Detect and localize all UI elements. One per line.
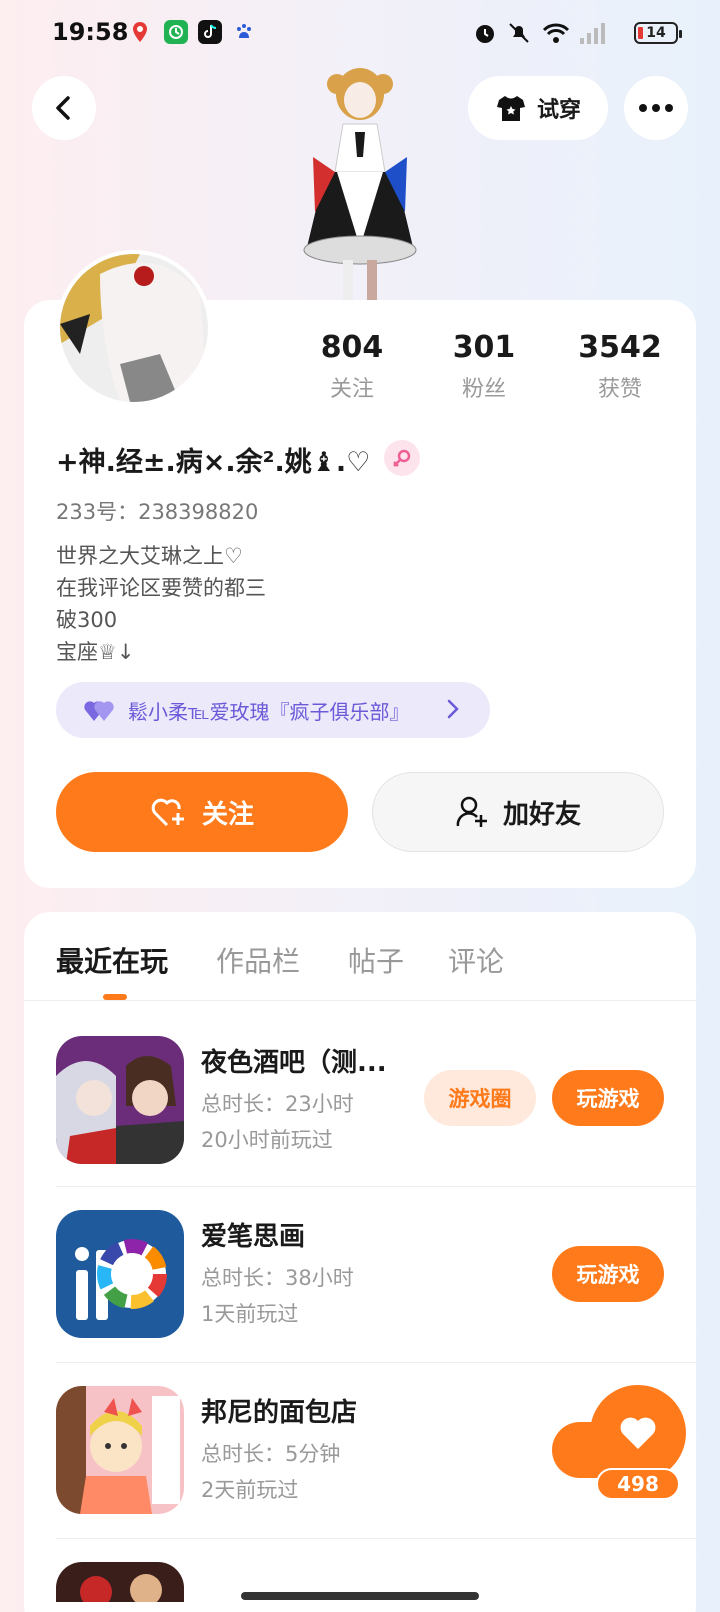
stat-following-label: 关注: [329, 377, 374, 402]
stat-following-value: 804: [320, 330, 384, 365]
back-button[interactable]: [32, 76, 96, 140]
stat-fans-label: 粉丝: [461, 377, 506, 402]
stat-fans-value: 301: [452, 330, 516, 365]
game-duration: 总时长：23小时: [201, 1092, 354, 1116]
tab-divider: [24, 1000, 696, 1001]
heart-icon: [620, 1417, 656, 1449]
bio: 世界之大艾琳之上♡ 在我评论区要赞的都三 破300 宝座♕↓: [56, 540, 266, 668]
tab-posts[interactable]: 帖子: [348, 940, 404, 980]
heart-plus-icon: [151, 798, 184, 827]
mute-icon: [506, 20, 532, 46]
chevron-right-icon: [447, 699, 459, 719]
battery-indicator: 14: [634, 22, 682, 44]
row-divider: [56, 1362, 696, 1363]
game-icon-bakery[interactable]: [56, 1386, 184, 1514]
club-name: 鬆小柔℡爱玫瑰『疯子俱乐部』: [128, 699, 410, 724]
add-user-icon: [456, 796, 487, 827]
bio-line: 在我评论区要赞的都三: [56, 576, 266, 600]
game-circle-button[interactable]: 游戏圈: [424, 1070, 536, 1126]
wifi-icon: [542, 20, 570, 46]
stat-fans[interactable]: 301 粉丝: [424, 330, 544, 403]
stat-likes-label: 获赞: [597, 377, 642, 402]
bio-line: 破300: [56, 608, 118, 632]
play-game-button[interactable]: 玩游戏: [552, 1070, 664, 1126]
stat-likes[interactable]: 3542 获赞: [560, 330, 680, 403]
tshirt-icon: [496, 96, 525, 121]
chat-app-icon: [164, 20, 188, 44]
avatar[interactable]: [56, 250, 212, 406]
status-bar: 19:58 14: [0, 0, 720, 64]
game-last-played: 20小时前玩过: [201, 1128, 333, 1152]
game-icon-night-bar[interactable]: [56, 1036, 184, 1164]
stat-following[interactable]: 804 关注: [292, 330, 412, 403]
tab-recently-played[interactable]: 最近在玩: [56, 940, 168, 980]
game-duration: 总时长：5分钟: [201, 1442, 341, 1466]
bio-line: 宝座♕↓: [56, 640, 135, 664]
play-game-button[interactable]: 玩游戏: [552, 1246, 664, 1302]
game-last-played: 2天前玩过: [201, 1478, 299, 1502]
game-title: 爱笔思画: [201, 1222, 306, 1252]
row-divider: [56, 1538, 696, 1539]
account-id: 233号：238398820: [56, 500, 259, 524]
game-duration: 总时长：38小时: [201, 1266, 354, 1290]
signal-icon: [578, 20, 605, 46]
status-time: 19:58: [52, 18, 129, 46]
row-divider: [56, 1186, 696, 1187]
bio-line: 世界之大艾琳之上♡: [56, 544, 243, 568]
female-gender-icon: [384, 440, 420, 476]
chevron-left-icon: [56, 96, 70, 120]
try-on-button[interactable]: 试穿: [468, 76, 608, 140]
game-title: 夜色酒吧（测...: [201, 1048, 387, 1078]
more-options-button[interactable]: [624, 76, 688, 140]
baidu-app-icon: [232, 20, 256, 44]
tab-works[interactable]: 作品栏: [216, 940, 300, 980]
character-avatar-figure[interactable]: [285, 62, 435, 302]
add-friend-label: 加好友: [502, 799, 581, 830]
double-heart-icon: [84, 701, 114, 721]
game-icon-partial[interactable]: [56, 1562, 184, 1602]
club-link[interactable]: 鬆小柔℡爱玫瑰『疯子俱乐部』: [56, 682, 490, 738]
alarm-icon: [472, 20, 498, 46]
follow-button[interactable]: 关注: [56, 772, 348, 852]
tab-comments[interactable]: 评论: [448, 940, 504, 980]
like-count: 498: [596, 1468, 680, 1500]
tiktok-app-icon: [198, 20, 222, 44]
try-on-label: 试穿: [536, 98, 581, 123]
home-indicator[interactable]: [241, 1592, 479, 1600]
more-dots-icon: [639, 104, 673, 112]
add-friend-button[interactable]: 加好友: [372, 772, 664, 852]
username: +神.经±.病×.余².姚♝.♡: [56, 447, 371, 478]
game-last-played: 1天前玩过: [201, 1302, 299, 1326]
like-fab-button[interactable]: [590, 1385, 686, 1481]
follow-label: 关注: [201, 799, 254, 830]
stat-likes-value: 3542: [578, 330, 662, 365]
game-title: 邦尼的面包店: [201, 1398, 358, 1428]
map-pin-app-icon: [128, 20, 152, 44]
game-icon-ibis-paint[interactable]: [56, 1210, 184, 1338]
